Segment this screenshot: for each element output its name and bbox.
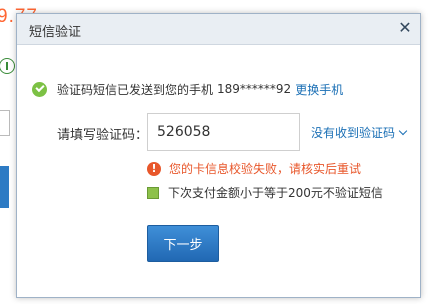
error-row: ! 您的卡信息校验失败，请核实后重试 bbox=[147, 160, 361, 177]
skip-sms-label: 下次支付金额小于等于200元不验证短信 bbox=[168, 186, 383, 200]
background-input-edge bbox=[0, 110, 10, 136]
dialog-titlebar: 短信验证 ✕ bbox=[17, 14, 420, 45]
chevron-down-icon bbox=[398, 126, 408, 136]
skip-sms-checkbox[interactable] bbox=[147, 186, 159, 199]
no-code-received-link[interactable]: 没有收到验证码 bbox=[311, 124, 408, 141]
check-circle-icon bbox=[32, 81, 47, 97]
dialog-title: 短信验证 bbox=[29, 25, 82, 40]
next-step-button[interactable]: 下一步 bbox=[147, 225, 219, 262]
close-icon[interactable]: ✕ bbox=[397, 20, 413, 36]
skip-sms-option[interactable]: 下次支付金额小于等于200元不验证短信 bbox=[147, 184, 383, 201]
error-message: 您的卡信息校验失败，请核实后重试 bbox=[169, 162, 362, 176]
no-code-received-label: 没有收到验证码 bbox=[311, 126, 396, 140]
code-label: 请填写验证码： bbox=[57, 128, 149, 143]
sms-sent-message: 验证码短信已发送到您的手机 bbox=[57, 82, 214, 97]
masked-phone-number: 189******92 bbox=[217, 82, 292, 96]
background-button-edge bbox=[0, 166, 9, 208]
verification-code-input[interactable] bbox=[147, 113, 300, 151]
change-phone-link[interactable]: 更换手机 bbox=[295, 81, 343, 98]
background-icon bbox=[0, 58, 15, 74]
sms-verification-dialog: 短信验证 ✕ 验证码短信已发送到您的手机 189******92 更换手机 请填… bbox=[16, 13, 421, 298]
sms-sent-row: 验证码短信已发送到您的手机 189******92 更换手机 bbox=[32, 80, 343, 98]
error-icon: ! bbox=[147, 161, 161, 176]
